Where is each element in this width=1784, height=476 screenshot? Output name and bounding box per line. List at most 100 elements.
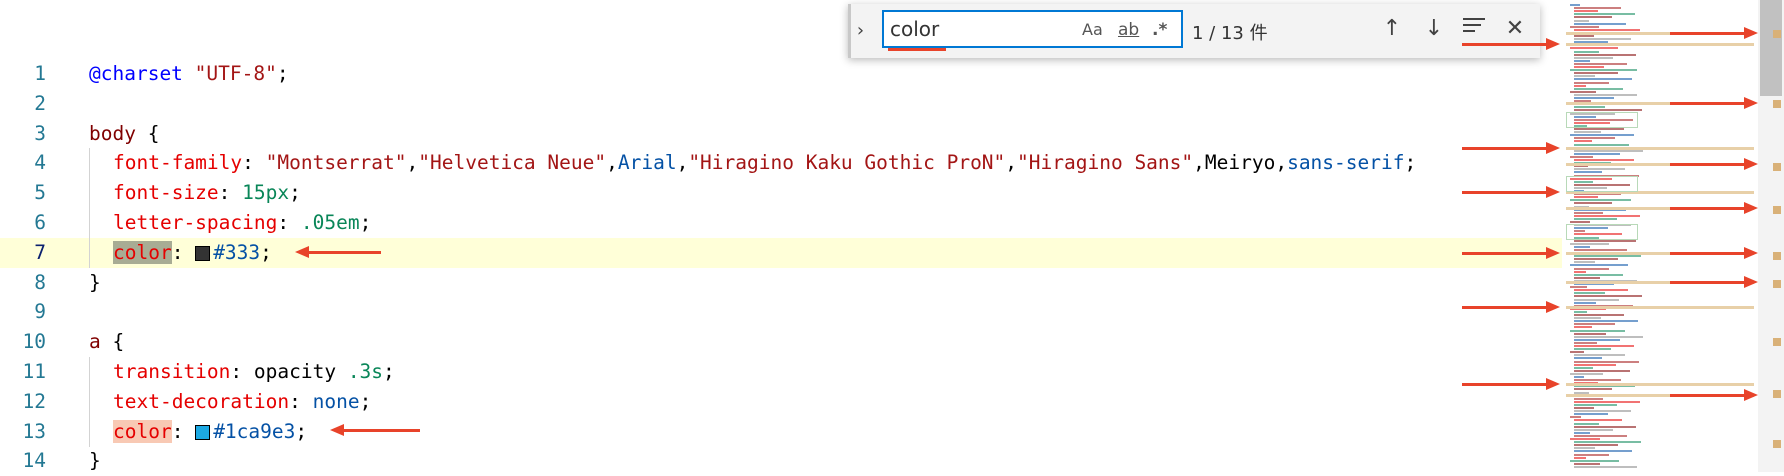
code-token: 15px bbox=[242, 181, 290, 205]
code-token: : bbox=[277, 211, 301, 234]
code-token: ; bbox=[289, 181, 301, 205]
minimap-line bbox=[1574, 301, 1596, 304]
color-swatch[interactable] bbox=[195, 424, 211, 440]
minimap-line bbox=[1574, 261, 1595, 264]
minimap-line bbox=[1574, 270, 1586, 273]
minimap-line bbox=[1574, 16, 1612, 19]
previous-match-arrow-up-icon[interactable]: ↑ bbox=[1379, 15, 1405, 43]
code-line[interactable]: 11 transition: opacity .3s; bbox=[0, 357, 1562, 387]
minimap-line bbox=[1574, 363, 1616, 366]
minimap-line bbox=[1574, 72, 1618, 75]
code-token: ,Meiryo, bbox=[1193, 151, 1288, 175]
minimap-line bbox=[1574, 345, 1634, 347]
minimap-line bbox=[1570, 264, 1628, 267]
code-token: : opacity bbox=[230, 360, 348, 383]
line-code: } bbox=[89, 268, 101, 298]
minimap-line bbox=[1574, 465, 1637, 468]
minimap-line bbox=[1574, 444, 1618, 447]
color-swatch[interactable] bbox=[195, 245, 211, 261]
line-number: 5 bbox=[34, 181, 46, 205]
indent-guide bbox=[89, 357, 90, 387]
line-number: 10 bbox=[22, 330, 46, 354]
minimap[interactable] bbox=[1562, 0, 1758, 472]
annotation-arrow-icon bbox=[1670, 202, 1758, 214]
code-editor[interactable]: 1 @charset "UTF-8"; 2 3 body {4 font-family: … bbox=[0, 0, 1784, 472]
scrollbar-slider[interactable] bbox=[1760, 0, 1782, 96]
annotation-arrow-icon bbox=[1670, 389, 1758, 401]
code-token: ; bbox=[276, 62, 289, 85]
line-code: font-size: 15px; bbox=[113, 178, 301, 208]
code-line[interactable]: 3 body { bbox=[0, 119, 1562, 149]
minimap-line bbox=[1574, 28, 1640, 31]
code-token: Arial bbox=[617, 151, 677, 175]
annotation-arrow-icon bbox=[295, 246, 381, 258]
code-line[interactable]: 2 bbox=[0, 89, 1562, 119]
code-line[interactable]: 9 bbox=[0, 297, 1562, 327]
minimap-line bbox=[1570, 459, 1619, 462]
minimap-line bbox=[1574, 317, 1601, 320]
find-input-text[interactable]: color bbox=[890, 17, 939, 41]
minimap-block bbox=[1566, 112, 1638, 128]
minimap-line bbox=[1574, 419, 1622, 422]
whole-word-toggle[interactable]: ab bbox=[1118, 20, 1139, 40]
code-line[interactable]: 13 color: #1ca9e3; bbox=[0, 416, 1562, 447]
indent-guide bbox=[89, 386, 90, 417]
annotation-arrow-icon bbox=[330, 424, 420, 436]
code-token: a bbox=[89, 330, 101, 354]
minimap-line bbox=[1570, 155, 1593, 158]
code-token: , bbox=[1005, 151, 1018, 175]
code-line[interactable]: 5 font-size: 15px; bbox=[0, 178, 1562, 209]
find-input[interactable]: color Aa ab .* bbox=[882, 10, 1183, 51]
minimap-line bbox=[1574, 369, 1630, 372]
code-token: ; bbox=[359, 211, 372, 234]
code-token: : bbox=[289, 389, 313, 413]
minimap-line bbox=[1574, 267, 1609, 270]
line-code: color: #1ca9e3; bbox=[113, 417, 307, 447]
code-line[interactable]: 7 color: #333; bbox=[0, 237, 1562, 268]
code-token: "UTF-8" bbox=[194, 62, 277, 85]
minimap-line bbox=[1570, 25, 1599, 28]
minimap-line bbox=[1570, 90, 1596, 93]
scrollbar-match-marker bbox=[1773, 206, 1781, 214]
minimap-line bbox=[1574, 434, 1627, 437]
minimap-line bbox=[1570, 329, 1625, 332]
minimap-line bbox=[1574, 38, 1631, 41]
code-token: : bbox=[242, 151, 266, 175]
minimap-line bbox=[1574, 335, 1643, 338]
minimap-line bbox=[1574, 245, 1590, 248]
find-input-underline-annotation bbox=[888, 48, 946, 51]
minimap-line bbox=[1574, 403, 1617, 406]
minimap-match-highlight bbox=[1566, 147, 1754, 150]
code-token: { bbox=[135, 121, 160, 145]
code-token: ; bbox=[295, 419, 308, 443]
annotation-arrow-icon bbox=[1670, 27, 1758, 39]
search-match: color bbox=[113, 240, 172, 264]
scrollbar-match-marker bbox=[1773, 338, 1781, 346]
line-code: transition: opacity .3s; bbox=[113, 357, 395, 387]
toggle-replace-chevron-icon[interactable]: › bbox=[848, 4, 870, 58]
minimap-line bbox=[1574, 59, 1590, 62]
code-token: , bbox=[606, 151, 618, 175]
code-token: , bbox=[676, 151, 689, 175]
regex-toggle[interactable]: .* bbox=[1152, 20, 1167, 40]
code-token: : bbox=[171, 419, 196, 443]
code-token: .05em bbox=[300, 211, 360, 234]
minimap-line bbox=[1570, 286, 1587, 289]
match-case-toggle[interactable]: Aa bbox=[1082, 20, 1103, 39]
minimap-line bbox=[1570, 372, 1603, 375]
next-match-arrow-down-icon[interactable]: ↓ bbox=[1421, 15, 1447, 43]
code-line[interactable]: 12 text-decoration: none; bbox=[0, 386, 1562, 417]
minimap-line bbox=[1574, 50, 1599, 53]
code-line[interactable]: 10 a { bbox=[0, 327, 1562, 357]
minimap-line bbox=[1574, 314, 1624, 316]
annotation-arrow-icon bbox=[1670, 97, 1758, 109]
minimap-line bbox=[1574, 53, 1636, 56]
code-line[interactable]: 6 letter-spacing: .05em; bbox=[0, 208, 1562, 238]
code-line[interactable]: 4 font-family: "Montserrat","Helvetica Ne… bbox=[0, 148, 1562, 179]
minimap-line bbox=[1574, 56, 1613, 59]
code-line[interactable]: 1 @charset "UTF-8"; bbox=[0, 59, 1562, 89]
minimap-line bbox=[1574, 388, 1612, 391]
minimap-match-highlight bbox=[1566, 43, 1754, 46]
code-line[interactable]: 8} bbox=[0, 268, 1562, 298]
minimap-line bbox=[1574, 292, 1605, 295]
